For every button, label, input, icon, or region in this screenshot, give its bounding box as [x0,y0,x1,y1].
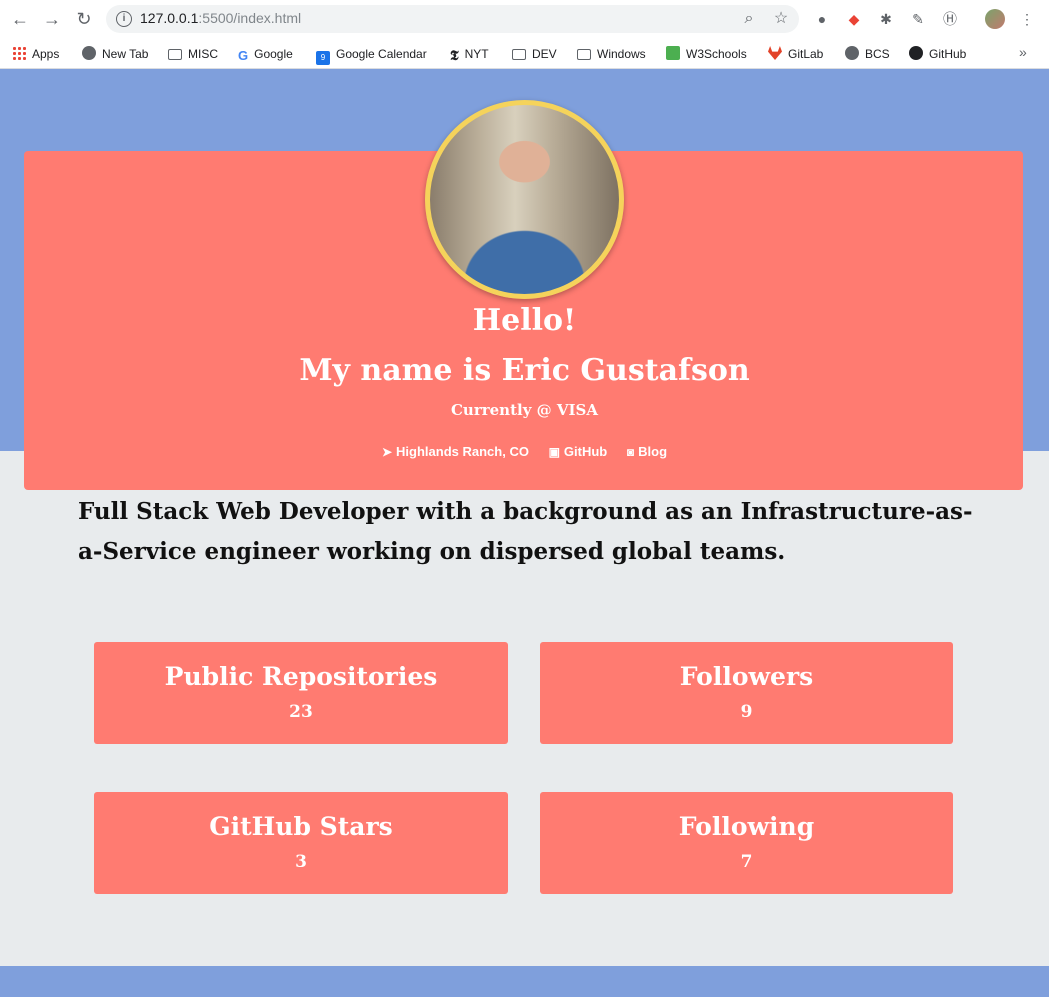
bookmark-dev[interactable]: DEV [512,44,557,64]
blog-label: Blog [638,444,668,459]
zoom-icon[interactable]: ⌕ [739,9,759,29]
extension-bug-icon[interactable]: ✱ [876,9,896,29]
bookmark-github[interactable]: GitHub [909,44,966,64]
bookmark-windows[interactable]: Windows [577,44,646,64]
profile-photo [425,100,624,299]
bookmark-new-tab[interactable]: New Tab [82,44,148,64]
name-heading: My name is Eric Gustafson [299,353,750,388]
bookmark-label: NYT [464,47,489,61]
stat-value: 7 [740,852,753,872]
calendar-icon: 9 [316,51,330,65]
location-arrow-icon: ➤ [381,445,393,459]
bookmark-label: Apps [32,47,60,61]
current-employer: Currently @ VISA [450,401,598,419]
stat-card-following: Following 7 [540,792,953,894]
bookmarks-bar: Apps New Tab MISC G Google 9 Google Calend… [0,38,1049,69]
github-link[interactable]: ▣ GitHub [549,444,608,459]
stat-label: GitHub Stars [209,812,393,841]
bookmark-label: BCS [865,47,890,61]
stat-value: 23 [289,702,313,722]
extension-eyedropper-icon[interactable]: ✎ [908,9,928,29]
bookmark-label: Google [254,47,293,61]
bookmark-label: Google Calendar [336,47,427,61]
stat-card-repos: Public Repositories 23 [94,642,508,744]
bookmark-label: W3Schools [686,47,747,61]
nyt-icon: 𝕿 [450,48,459,64]
forward-arrow-icon[interactable]: → [40,7,64,31]
browser-toolbar: ← → ↻ i 127.0.0.1:5500/index.html ⌕ ☆ ● … [0,0,1049,38]
bookmark-gitlab[interactable]: GitLab [768,44,823,64]
bookmark-star-icon[interactable]: ☆ [771,9,791,29]
bookmark-label: GitLab [788,47,824,61]
location-link[interactable]: ➤ Highlands Ranch, CO [382,444,529,459]
globe-icon [845,46,859,60]
page-body: Hello! My name is Eric Gustafson Current… [0,69,1049,997]
stat-card-followers: Followers 9 [540,642,953,744]
profile-links: ➤ Highlands Ranch, CO ▣ GitHub ◙ Blog [0,444,1049,459]
location-label: Highlands Ranch, CO [396,444,529,459]
bookmark-label: New Tab [102,47,149,61]
stat-value: 9 [740,702,753,722]
url-host: 127.0.0.1 [140,10,199,26]
bookmark-google-calendar[interactable]: 9 Google Calendar [316,44,427,65]
github-label: GitHub [563,444,608,459]
footer-band [0,966,1049,997]
bookmarks-overflow-icon[interactable]: » [1019,44,1027,60]
bookmark-misc[interactable]: MISC [168,44,218,64]
bookmark-nyt[interactable]: 𝕿 NYT [450,44,489,64]
bio-text: Full Stack Web Developer with a backgrou… [78,498,973,565]
back-arrow-icon[interactable]: ← [8,7,32,31]
stat-value: 3 [295,852,307,872]
gitlab-icon [768,46,782,60]
folder-icon [577,49,591,60]
extension-git-icon[interactable]: ◆ [844,9,864,29]
bookmark-w3schools[interactable]: W3Schools [666,44,747,64]
github-square-icon: ▣ [548,445,560,459]
bookmark-apps[interactable]: Apps [12,44,59,64]
reload-icon[interactable]: ↻ [72,7,96,31]
folder-icon [512,49,526,60]
github-icon [909,46,923,60]
address-bar[interactable]: i 127.0.0.1:5500/index.html ⌕ ☆ [106,5,799,33]
bookmark-label: DEV [532,47,557,61]
url-text[interactable]: 127.0.0.1:5500/index.html [140,10,301,26]
stat-label: Following [678,812,815,841]
stat-label: Public Repositories [164,662,438,691]
rss-icon: ◙ [626,445,635,459]
apps-icon [12,46,26,60]
profile-avatar-icon[interactable] [985,9,1005,29]
site-info-icon[interactable]: i [116,11,132,27]
menu-kebab-icon[interactable]: ⋮ [1017,9,1037,29]
stat-card-stars: GitHub Stars 3 [94,792,508,894]
globe-icon [82,46,96,60]
w3schools-icon [666,46,680,60]
extension-h-icon[interactable]: Ⓗ [940,9,960,29]
url-path: :5500/index.html [198,10,302,26]
bookmark-google[interactable]: G Google [238,44,293,64]
hello-heading: Hello! [472,303,577,338]
extension-circle-icon[interactable]: ● [812,9,832,29]
stat-label: Followers [679,662,814,691]
bookmark-label: Windows [597,47,646,61]
folder-icon [168,49,182,60]
bookmark-label: GitHub [929,47,967,61]
bookmark-label: MISC [188,47,218,61]
bookmark-bcs[interactable]: BCS [845,44,890,64]
google-icon: G [238,48,249,63]
blog-link[interactable]: ◙ Blog [627,444,667,459]
